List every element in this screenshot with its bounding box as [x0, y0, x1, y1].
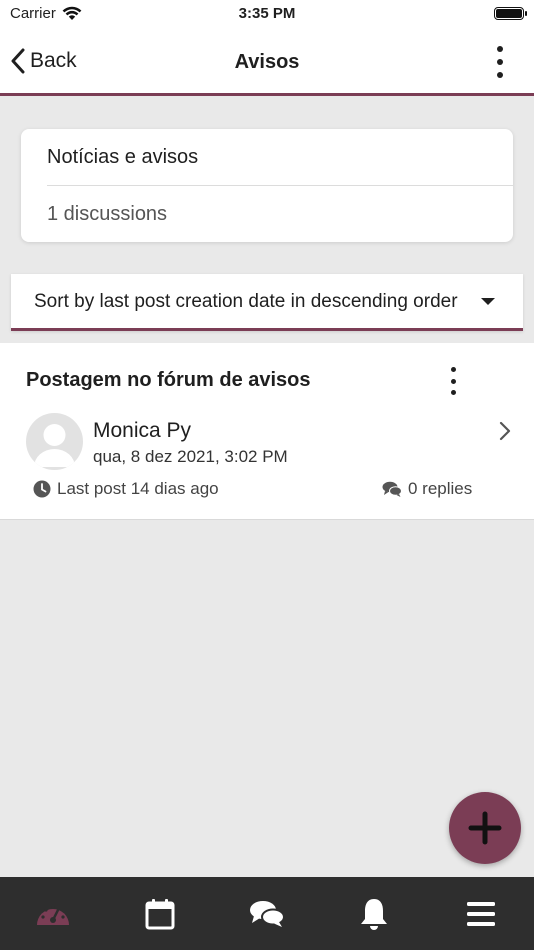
avatar: [26, 413, 83, 470]
forum-name: Notícias e avisos: [47, 146, 199, 168]
plus-icon: [468, 811, 502, 845]
status-time: 3:35 PM: [238, 5, 296, 22]
menu-icon: [466, 902, 495, 926]
caret-down-icon: [481, 298, 495, 305]
dashboard-icon: [37, 905, 70, 925]
tab-menu[interactable]: [456, 896, 506, 932]
page-title: Avisos: [234, 51, 300, 73]
status-bar: Carrier 3:35 PM: [0, 0, 534, 30]
tab-dashboard[interactable]: [28, 896, 78, 932]
calendar-icon: [145, 899, 175, 930]
replies-info: 0 replies: [382, 479, 472, 499]
tab-notifications[interactable]: [349, 896, 399, 932]
author-name: Monica Py: [93, 419, 192, 442]
discussion-subject: Postagem no fórum de avisos: [26, 369, 311, 391]
more-options-button[interactable]: [496, 46, 504, 78]
bottom-tab-bar: [0, 877, 534, 950]
more-vertical-icon: [450, 367, 456, 372]
sort-selected-label: Sort by last post creation date in desce…: [34, 291, 458, 312]
forum-info-card: Notícias e avisos 1 discussions: [21, 129, 513, 242]
battery-icon: [494, 7, 527, 20]
more-vertical-icon: [497, 46, 503, 52]
messages-icon: [249, 901, 285, 927]
add-discussion-button[interactable]: [449, 792, 521, 864]
divider: [47, 185, 513, 186]
nav-bar: Back Avisos: [0, 30, 534, 96]
post-date: qua, 8 dez 2021, 3:02 PM: [93, 447, 288, 466]
user-avatar-icon: [34, 424, 75, 467]
notifications-icon: [360, 899, 387, 930]
comments-icon: [382, 481, 402, 497]
discussion-item[interactable]: Postagem no fórum de avisos Monica Py qu…: [0, 343, 534, 520]
tab-calendar[interactable]: [135, 896, 185, 932]
tab-messages[interactable]: [242, 896, 292, 932]
replies-text: 0 replies: [408, 479, 473, 498]
chevron-right-icon: [499, 421, 511, 441]
sort-select[interactable]: Sort by last post creation date in desce…: [11, 274, 523, 331]
last-post-text: Last post 14 dias ago: [57, 479, 219, 498]
last-post-info: Last post 14 dias ago: [33, 479, 219, 499]
discussion-options-button[interactable]: [449, 367, 457, 395]
clock-icon: [33, 480, 51, 498]
discussion-count: 1 discussions: [47, 203, 168, 225]
